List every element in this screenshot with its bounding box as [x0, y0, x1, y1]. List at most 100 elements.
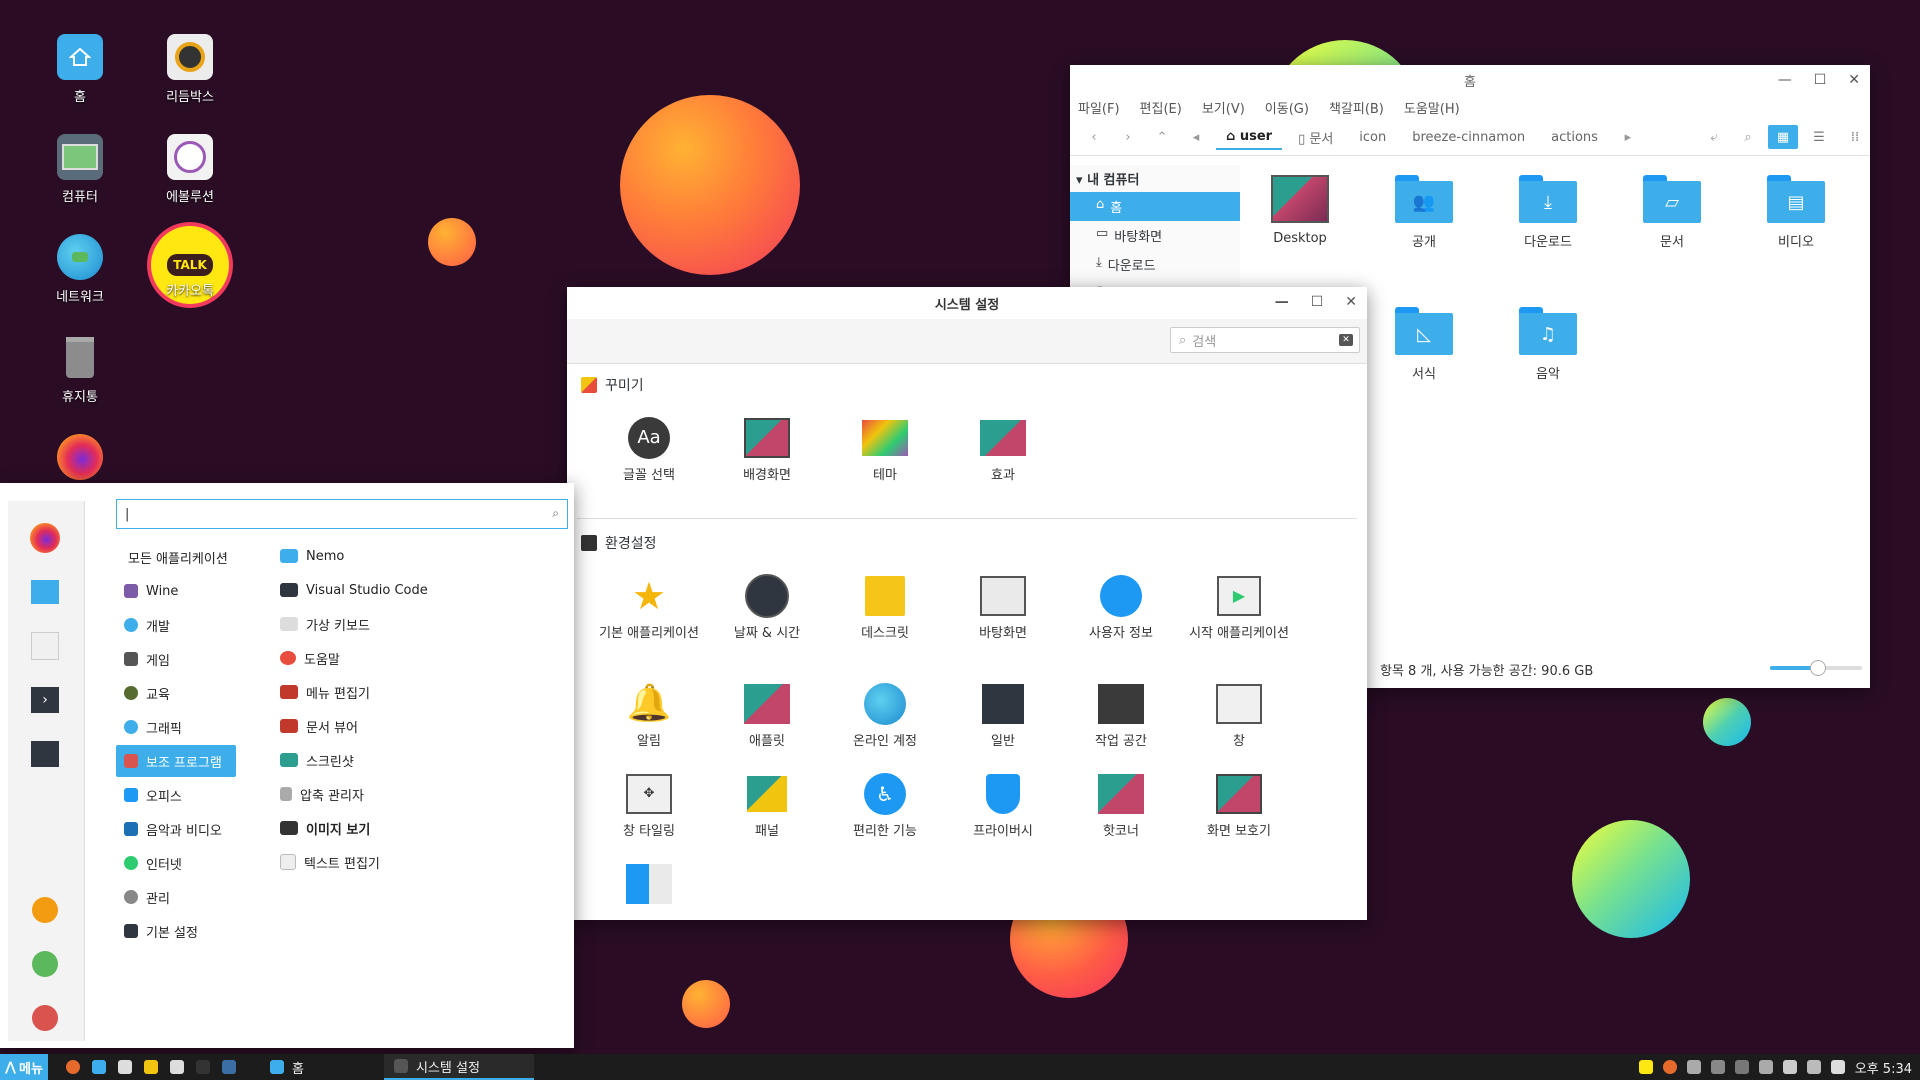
printer-tray-icon[interactable]: [1758, 1060, 1773, 1074]
file-item-public[interactable]: 👥 공개: [1369, 175, 1479, 250]
setting-themes[interactable]: 테마: [835, 417, 935, 485]
menu-go[interactable]: 이동(G): [1265, 98, 1309, 117]
setting-preferred-apps[interactable]: ★ 기본 애플리케이션: [599, 575, 699, 643]
update-tray-icon[interactable]: [1710, 1060, 1725, 1074]
desktop-icon-home[interactable]: 홈: [30, 34, 130, 105]
taskbar-rhythmbox-icon[interactable]: [164, 1054, 190, 1080]
close-button[interactable]: ✕: [1345, 294, 1357, 310]
taskbar-window-settings[interactable]: 시스템 설정: [383, 1054, 534, 1080]
zoom-slider-handle[interactable]: [1810, 660, 1826, 676]
setting-panel[interactable]: 패널: [717, 773, 817, 841]
close-button[interactable]: ✕: [1848, 72, 1860, 88]
logout-icon[interactable]: [28, 947, 62, 981]
category-graphics[interactable]: 그래픽: [116, 711, 236, 743]
power-icon[interactable]: [28, 1001, 62, 1035]
taskbar-software-icon[interactable]: [112, 1054, 138, 1080]
file-item-documents[interactable]: ▱ 문서: [1617, 175, 1727, 250]
category-administration[interactable]: 관리: [116, 881, 236, 913]
setting-extra[interactable]: [599, 863, 699, 913]
category-office[interactable]: 오피스: [116, 779, 236, 811]
sidebar-item-desktop[interactable]: ▭ 바탕화면: [1070, 221, 1240, 250]
setting-privacy[interactable]: 프라이버시: [953, 773, 1053, 841]
file-item-videos[interactable]: ▤ 비디오: [1741, 175, 1851, 250]
setting-applets[interactable]: 애플릿: [717, 683, 817, 751]
app-vscode[interactable]: Visual Studio Code: [280, 576, 560, 604]
kakaotalk-tray-icon[interactable]: [1638, 1060, 1653, 1074]
crumb-actions[interactable]: actions: [1541, 126, 1608, 149]
file-item-templates[interactable]: ◺ 서식: [1369, 307, 1479, 382]
app-archive-manager[interactable]: 압축 관리자: [280, 780, 560, 808]
lock-icon[interactable]: [28, 893, 62, 927]
up-icon[interactable]: ⌃: [1148, 130, 1176, 145]
usb-tray-icon[interactable]: [1734, 1060, 1749, 1074]
file-item-music[interactable]: ♫ 음악: [1493, 307, 1603, 382]
menu-file[interactable]: 파일(F): [1078, 98, 1120, 117]
list-view-button[interactable]: ☰: [1804, 125, 1834, 149]
app-text-editor[interactable]: 텍스트 편집기: [280, 848, 560, 876]
file-item-desktop[interactable]: Desktop: [1245, 175, 1355, 246]
setting-workspaces[interactable]: 작업 공간: [1071, 683, 1171, 751]
software-manager-icon[interactable]: [28, 629, 62, 663]
sidebar-item-downloads[interactable]: ⤓ 다운로드: [1070, 250, 1240, 279]
menu-edit[interactable]: 편집(E): [1140, 98, 1182, 117]
setting-effects[interactable]: 효과: [953, 417, 1053, 485]
setting-fonts[interactable]: Aa 글꼴 선택: [599, 417, 699, 485]
category-development[interactable]: 개발: [116, 609, 236, 641]
taskbar-notes-icon[interactable]: [138, 1054, 164, 1080]
clear-search-icon[interactable]: ✕: [1339, 334, 1353, 346]
back-icon[interactable]: ‹: [1080, 130, 1108, 145]
menu-help[interactable]: 도움말(H): [1404, 98, 1460, 117]
desktop-icon-rhythmbox[interactable]: 리듬박스: [140, 34, 240, 105]
crumb-right-icon[interactable]: ▸: [1614, 130, 1642, 145]
taskbar-files-icon[interactable]: [86, 1054, 112, 1080]
battery-tray-icon[interactable]: [1782, 1060, 1797, 1074]
settings-search-input[interactable]: ⌕ 검색 ✕: [1170, 327, 1360, 353]
crumb-icon[interactable]: icon: [1349, 126, 1396, 149]
minimize-button[interactable]: —: [1778, 72, 1792, 88]
maximize-button[interactable]: ☐: [1814, 72, 1827, 88]
category-education[interactable]: 교육: [116, 677, 236, 709]
setting-account-details[interactable]: 사용자 정보: [1071, 575, 1171, 643]
file-item-downloads[interactable]: ⤓ 다운로드: [1493, 175, 1603, 250]
firefox-tray-icon[interactable]: [1662, 1060, 1677, 1074]
category-internet[interactable]: 인터넷: [116, 847, 236, 879]
discord-tray-icon[interactable]: [1686, 1060, 1701, 1074]
minimize-button[interactable]: —: [1275, 294, 1289, 310]
setting-startup-apps[interactable]: ▶ 시작 애플리케이션: [1189, 575, 1289, 643]
app-screenshot[interactable]: 스크린샷: [280, 746, 560, 774]
volume-tray-icon[interactable]: [1830, 1060, 1845, 1074]
taskbar-terminal-icon[interactable]: [190, 1054, 216, 1080]
icon-view-button[interactable]: ▦: [1768, 125, 1798, 149]
setting-date-time[interactable]: 날짜 & 시간: [717, 574, 817, 643]
setting-desktop[interactable]: 바탕화면: [953, 575, 1053, 643]
forward-icon[interactable]: ›: [1114, 130, 1142, 145]
settings-titlebar[interactable]: 시스템 설정 — ☐ ✕: [567, 287, 1367, 319]
search-icon[interactable]: ⌕: [1734, 130, 1762, 145]
app-nemo[interactable]: Nemo: [280, 542, 560, 570]
taskbar-vscode-icon[interactable]: [216, 1054, 242, 1080]
desktop-icon-network[interactable]: 네트워크: [30, 234, 130, 305]
crumb-documents[interactable]: ▯ 문서: [1288, 124, 1343, 151]
toggle-location-icon[interactable]: ⤶: [1700, 130, 1728, 145]
setting-window-tiling[interactable]: ✥ 창 타일링: [599, 773, 699, 841]
settings-icon[interactable]: [28, 737, 62, 771]
category-preferences[interactable]: 기본 설정: [116, 915, 236, 947]
crumb-user[interactable]: ⌂ user: [1216, 125, 1283, 150]
setting-desklets[interactable]: 데스크릿: [835, 575, 935, 643]
desktop-icon-firefox[interactable]: [30, 434, 130, 486]
category-games[interactable]: 게임: [116, 643, 236, 675]
zoom-slider[interactable]: [1770, 660, 1862, 676]
file-manager-titlebar[interactable]: 홈 — ☐ ✕: [1070, 65, 1870, 95]
app-image-viewer[interactable]: 이미지 보기: [280, 814, 560, 842]
desktop-icon-evolution[interactable]: 에볼루션: [140, 134, 240, 205]
app-virtual-keyboard[interactable]: 가상 키보드: [280, 610, 560, 638]
menu-bookmarks[interactable]: 책갈피(B): [1329, 98, 1384, 117]
sidebar-item-home[interactable]: ⌂ 홈: [1070, 192, 1240, 221]
setting-backgrounds[interactable]: 배경화면: [717, 417, 817, 485]
crumb-left-icon[interactable]: ◂: [1182, 130, 1210, 145]
desktop-icon-computer[interactable]: 컴퓨터: [30, 134, 130, 205]
file-manager-icon[interactable]: [28, 575, 62, 609]
category-wine[interactable]: Wine: [116, 575, 236, 607]
network-tray-icon[interactable]: [1806, 1060, 1821, 1074]
setting-online-accounts[interactable]: 온라인 계정: [835, 683, 935, 751]
